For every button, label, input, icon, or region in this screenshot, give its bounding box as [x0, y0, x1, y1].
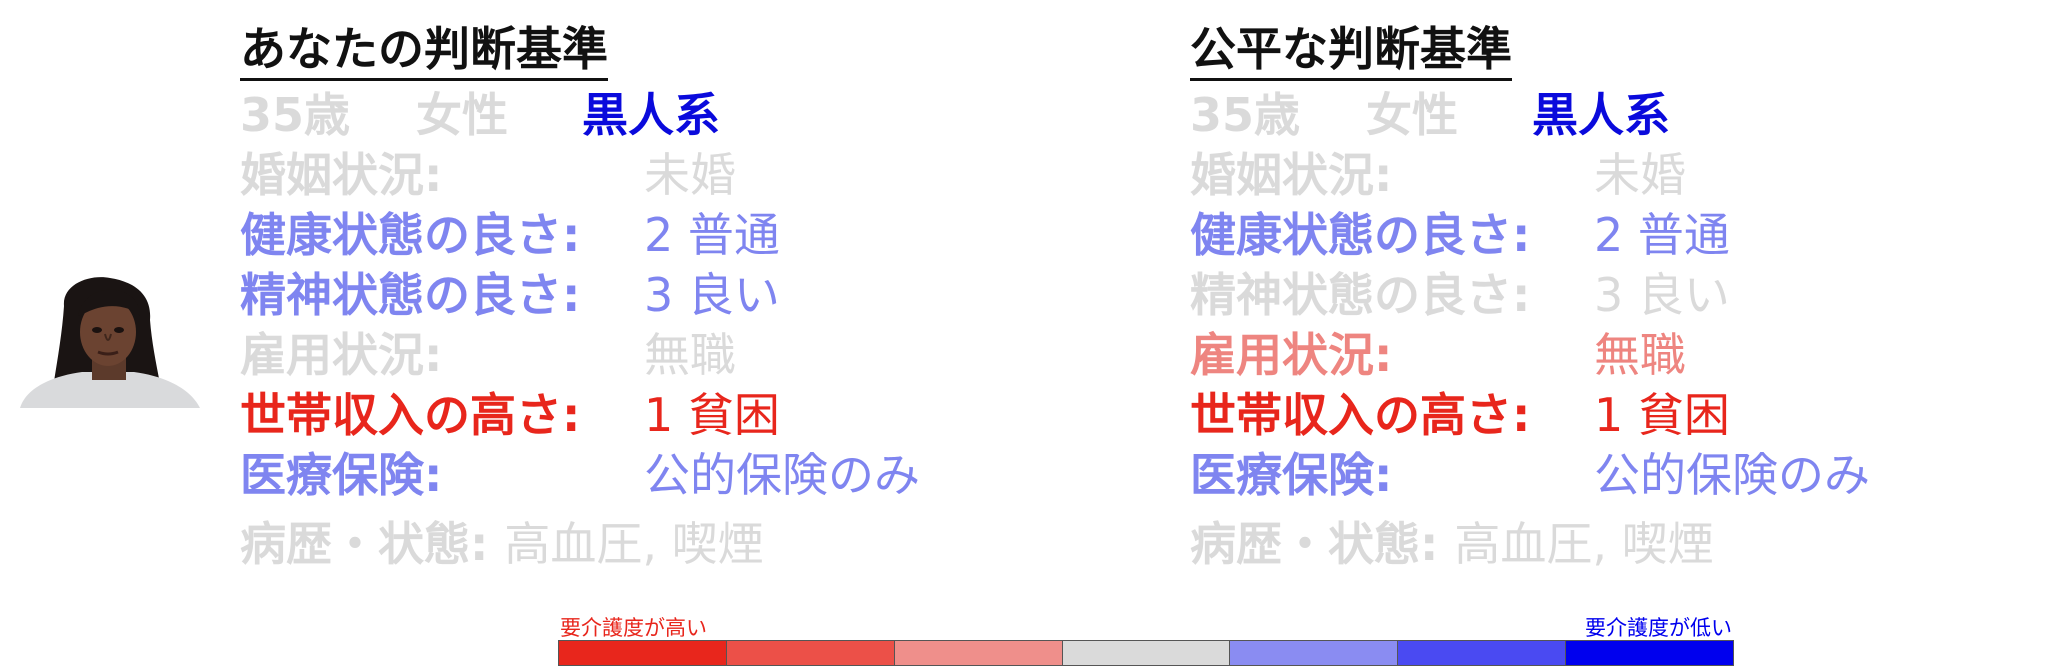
row-value: 未婚 — [1594, 148, 1686, 202]
left-row-marital: 婚姻状況: 未婚 — [240, 145, 736, 205]
row-label: 雇用状況: — [240, 328, 443, 382]
left-attribute-list: 婚姻状況: 未婚 健康状態の良さ: 2 普通 精神状態の良さ: 3 良い 雇用状… — [240, 145, 920, 575]
row-value: 1 貧困 — [644, 388, 780, 442]
right-attribute-list: 婚姻状況: 未婚 健康状態の良さ: 2 普通 精神状態の良さ: 3 良い 雇用状… — [1190, 145, 1870, 575]
scale-segment — [726, 641, 895, 665]
scale-segment — [1062, 641, 1231, 665]
right-row-employment: 雇用状況: 無職 — [1190, 325, 1686, 385]
right-panel: 公平な判断基準 35歳 女性 黒人系 婚姻状況: 未婚 健康状態の良さ: 2 普… — [1190, 20, 1870, 575]
right-row-marital: 婚姻状況: 未婚 — [1190, 145, 1686, 205]
legend-high-label: 要介護度が高い — [560, 616, 707, 640]
right-sex: 女性 — [1366, 88, 1459, 142]
scale-segment — [1566, 641, 1734, 665]
left-row-insurance: 医療保険: 公的保険のみ — [240, 445, 920, 505]
person-illustration — [12, 276, 204, 408]
legend-low-label: 要介護度が低い — [1585, 616, 1732, 640]
left-panel: あなたの判断基準 35歳 女性 黒人系 婚姻状況: 未婚 健康状態の良さ: 2 … — [240, 20, 920, 575]
scale-segment — [559, 641, 727, 665]
left-panel-title: あなたの判断基準 — [240, 20, 608, 81]
row-label: 世帯収入の高さ: — [1190, 388, 1531, 442]
left-row-mental-health: 精神状態の良さ: 3 良い — [240, 265, 780, 325]
row-label: 婚姻状況: — [1190, 148, 1393, 202]
left-row-physical-health: 健康状態の良さ: 2 普通 — [240, 205, 780, 265]
right-age: 35歳 — [1190, 88, 1301, 142]
row-label: 精神状態の良さ: — [1190, 268, 1531, 322]
right-row-insurance: 医療保険: 公的保険のみ — [1190, 445, 1870, 505]
row-label: 医療保険: — [240, 448, 443, 502]
row-label: 病歴・状態: — [240, 517, 489, 571]
scale-segment — [894, 641, 1063, 665]
row-label: 精神状態の良さ: — [240, 268, 581, 322]
row-value: 未婚 — [644, 148, 736, 202]
row-label: 世帯収入の高さ: — [240, 388, 581, 442]
right-demographics: 35歳 女性 黒人系 — [1190, 85, 1670, 145]
row-value: 2 普通 — [1594, 208, 1730, 262]
right-race: 黒人系 — [1532, 88, 1671, 142]
left-sex: 女性 — [416, 88, 509, 142]
person-photo — [12, 276, 204, 408]
row-value: 公的保険のみ — [1594, 448, 1870, 502]
right-row-history: 病歴・状態: 高血圧, 喫煙 — [1190, 505, 1714, 575]
row-label: 婚姻状況: — [240, 148, 443, 202]
row-value: 無職 — [644, 328, 736, 382]
right-row-income: 世帯収入の高さ: 1 貧困 — [1190, 385, 1730, 445]
row-value: 1 貧困 — [1594, 388, 1730, 442]
right-row-physical-health: 健康状態の良さ: 2 普通 — [1190, 205, 1730, 265]
row-value: 2 普通 — [644, 208, 780, 262]
row-label: 健康状態の良さ: — [1190, 208, 1531, 262]
color-scale-bar — [558, 640, 1734, 666]
row-label: 雇用状況: — [1190, 328, 1393, 382]
left-race: 黒人系 — [582, 88, 721, 142]
left-row-income: 世帯収入の高さ: 1 貧困 — [240, 385, 780, 445]
scale-segment — [1230, 641, 1399, 665]
row-label: 健康状態の良さ: — [240, 208, 581, 262]
right-panel-title: 公平な判断基準 — [1190, 20, 1512, 81]
row-value: 無職 — [1594, 328, 1686, 382]
row-value: 3 良い — [1594, 268, 1730, 322]
row-label: 病歴・状態: — [1190, 517, 1439, 571]
left-row-employment: 雇用状況: 無職 — [240, 325, 736, 385]
row-value: 高血圧, 喫煙 — [1454, 517, 1714, 571]
left-age: 35歳 — [240, 88, 351, 142]
row-value: 高血圧, 喫煙 — [504, 517, 764, 571]
row-value: 3 良い — [644, 268, 780, 322]
left-row-history: 病歴・状態: 高血圧, 喫煙 — [240, 505, 764, 575]
row-label: 医療保険: — [1190, 448, 1393, 502]
right-row-mental-health: 精神状態の良さ: 3 良い — [1190, 265, 1730, 325]
left-demographics: 35歳 女性 黒人系 — [240, 85, 720, 145]
row-value: 公的保険のみ — [644, 448, 920, 502]
scale-segment — [1398, 641, 1567, 665]
